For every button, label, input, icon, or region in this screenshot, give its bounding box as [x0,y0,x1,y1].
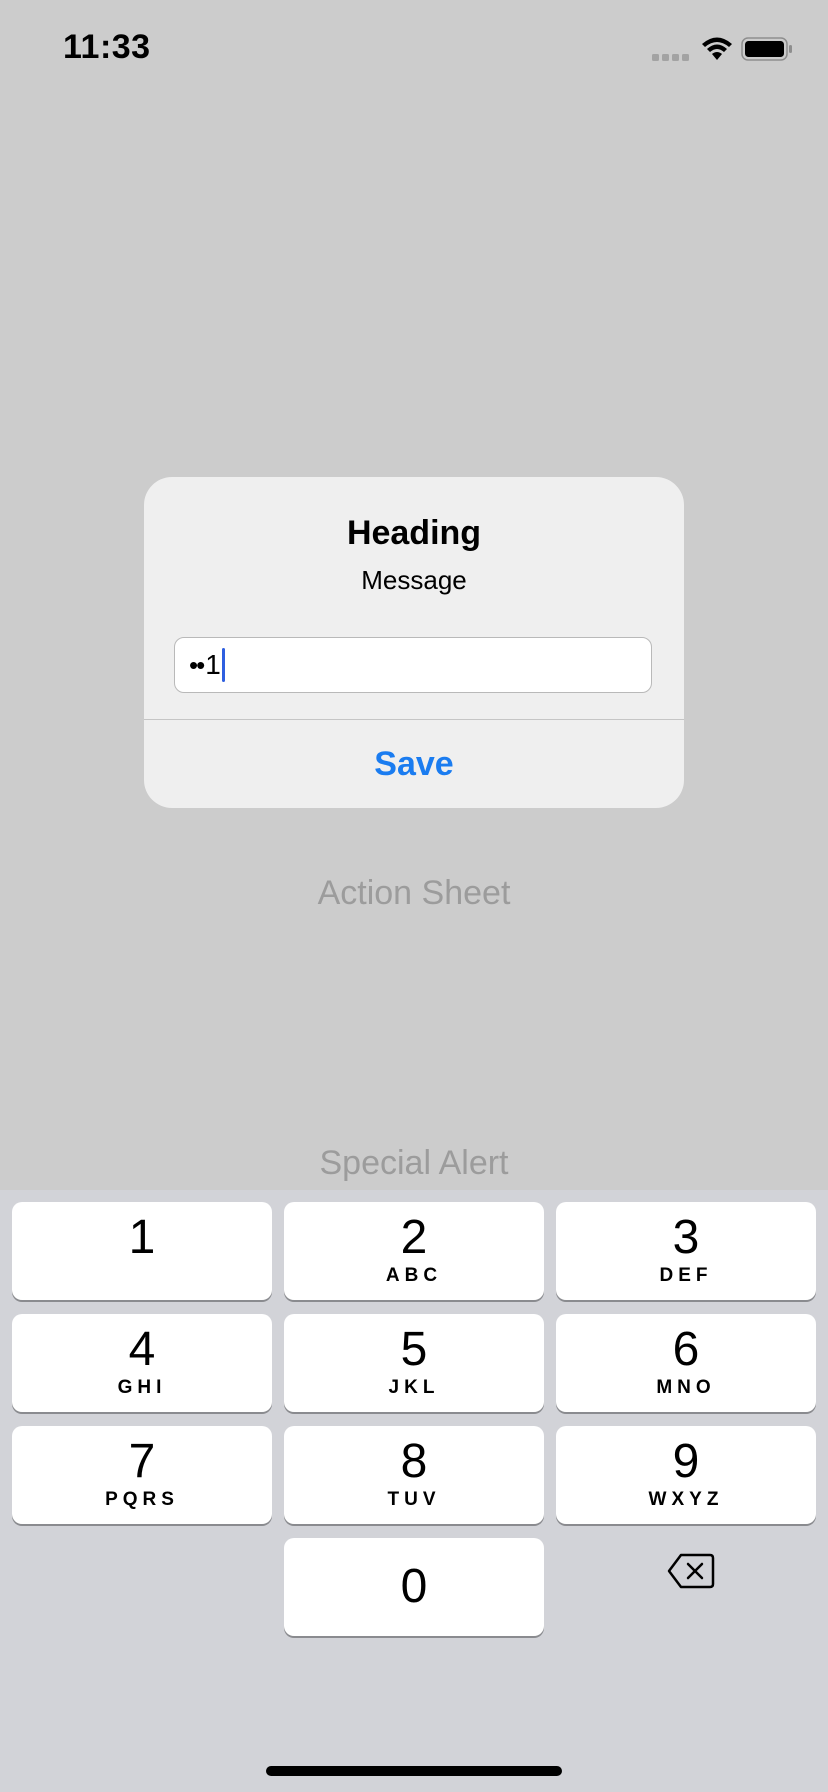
key-letters: DEF [659,1265,713,1286]
wifi-icon [702,37,732,60]
key-letters: ABC [385,1265,443,1286]
secure-text-field[interactable]: •• 1 [174,637,652,693]
key-digit: 0 [400,1560,428,1613]
key-letters: MNO [656,1377,716,1398]
key-2[interactable]: 2 ABC [284,1202,544,1300]
alert-dialog: Heading Message •• 1 Save [144,477,684,808]
key-6[interactable]: 6 MNO [556,1314,816,1412]
key-0[interactable]: 0 [284,1538,544,1636]
status-bar: 11:33 [0,0,828,96]
last-typed-character: 1 [205,649,221,680]
key-9[interactable]: 9 WXYZ [556,1426,816,1524]
key-7[interactable]: 7 PQRS [12,1426,272,1524]
key-5[interactable]: 5 JKL [284,1314,544,1412]
battery-icon [741,37,792,61]
key-8[interactable]: 8 TUV [284,1426,544,1524]
action-sheet-button[interactable]: Action Sheet [0,874,828,913]
signal-icon [652,54,689,61]
key-1[interactable]: 1 [12,1202,272,1300]
key-digit: 8 [400,1435,428,1488]
key-digit: 1 [128,1211,156,1264]
save-button[interactable]: Save [144,720,684,808]
home-indicator[interactable] [266,1766,562,1776]
key-4[interactable]: 4 GHI [12,1314,272,1412]
delete-backspace-icon[interactable] [666,1552,716,1590]
key-digit: 7 [128,1435,156,1488]
text-caret [221,648,225,682]
key-digit: 9 [672,1435,700,1488]
status-time: 11:33 [63,28,151,66]
key-letters: TUV [387,1489,441,1510]
special-alert-button[interactable]: Special Alert [0,1144,828,1183]
key-letters: GHI [117,1377,167,1398]
alert-title: Heading [346,514,482,552]
key-letters: JKL [388,1377,440,1398]
masked-characters: •• [189,649,205,680]
key-digit: 3 [672,1211,700,1264]
key-digit: 2 [400,1211,428,1264]
alert-message: Message [361,565,467,595]
key-digit: 5 [400,1323,428,1376]
key-letters: PQRS [105,1489,179,1510]
key-digit: 4 [128,1323,156,1376]
key-letters: WXYZ [648,1489,724,1510]
numeric-keypad: 1 2 ABC 3 DEF 4 GHI 5 JKL 6 MNO 7 PQRS 8… [0,1190,828,1792]
key-digit: 6 [672,1323,700,1376]
key-3[interactable]: 3 DEF [556,1202,816,1300]
